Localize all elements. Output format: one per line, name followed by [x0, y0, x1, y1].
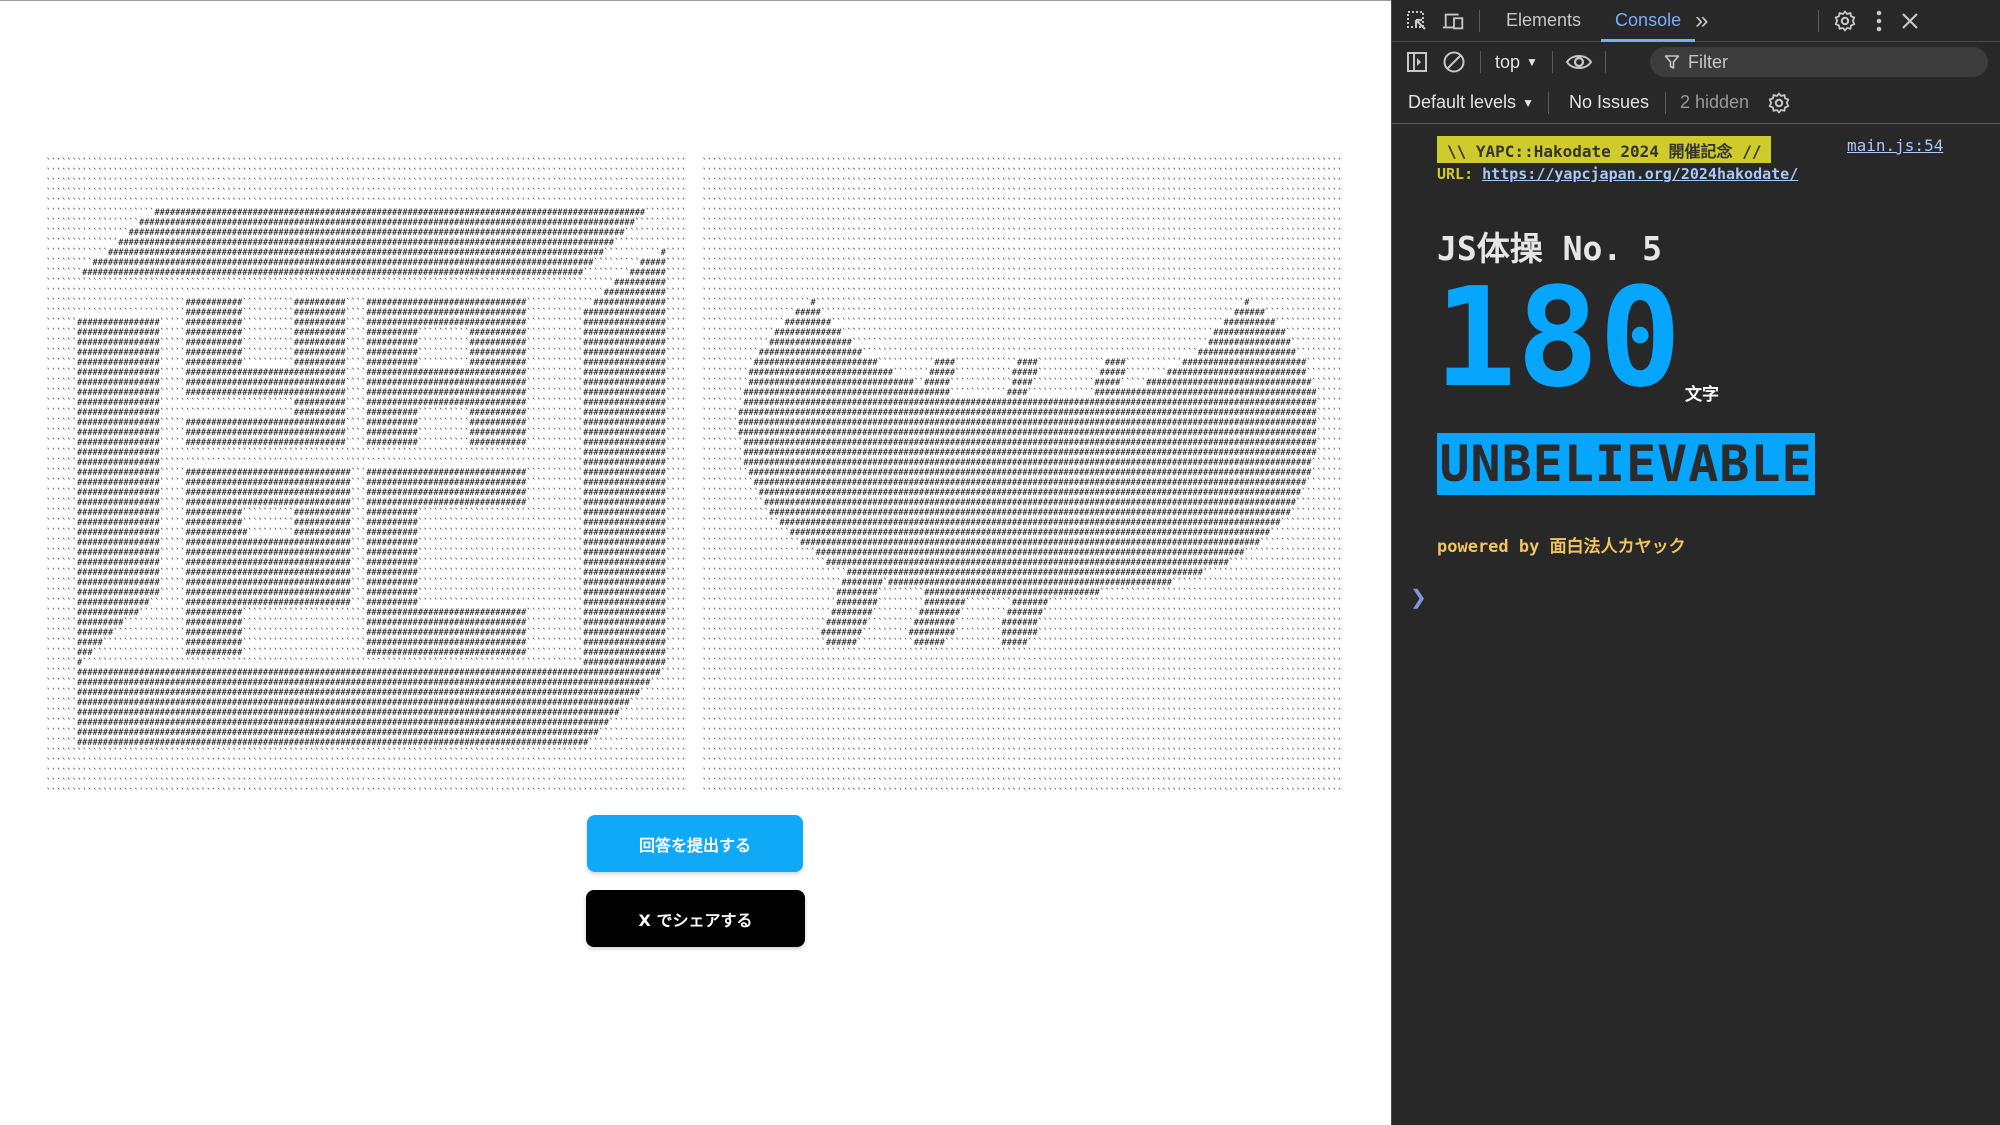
- event-banner: \\ YAPC::Hakodate 2024 開催記念 //: [1437, 136, 1772, 163]
- toolbar-separator: [1479, 9, 1480, 32]
- clear-console-icon[interactable]: [1442, 50, 1466, 74]
- filter-funnel-icon: [1664, 54, 1680, 70]
- inspect-element-icon[interactable]: [1406, 10, 1428, 32]
- toolbar-separator: [1551, 51, 1553, 73]
- show-sidebar-icon[interactable]: [1406, 51, 1428, 73]
- dropdown-arrow-icon: ▼: [1526, 55, 1538, 69]
- submit-answer-button[interactable]: 回答を提出する: [587, 815, 803, 872]
- issues-button[interactable]: No Issues: [1569, 92, 1649, 113]
- dropdown-arrow-icon: ▼: [1522, 95, 1534, 110]
- url-line: URL: https://yapcjapan.org/2024hakodate/: [1437, 165, 1798, 183]
- log-levels-value: Default levels: [1408, 92, 1517, 112]
- live-expression-eye-icon[interactable]: [1565, 52, 1593, 72]
- devtools-main-toolbar: Elements Console »: [1392, 0, 2000, 42]
- ascii-art-right: ````````````````````````````````````````…: [702, 158, 1343, 798]
- console-filter-input[interactable]: Filter: [1650, 47, 1988, 77]
- hidden-messages-count: 2 hidden: [1680, 92, 1750, 112]
- ascii-art-left: ````````````````````````````````````````…: [46, 158, 687, 798]
- character-count: 180: [1434, 259, 1682, 418]
- log-levels-dropdown[interactable]: Default levels ▼: [1408, 92, 1534, 113]
- rank-badge: UNBELIEVABLE: [1437, 433, 1815, 495]
- powered-by-credit: powered by 面白法人カヤック: [1437, 537, 1686, 557]
- tab-elements[interactable]: Elements: [1492, 0, 1595, 41]
- event-url-link[interactable]: https://yapcjapan.org/2024hakodate/: [1482, 165, 1798, 183]
- devtools-panel: Elements Console » top ▼ Filter Default …: [1391, 0, 2000, 1125]
- close-devtools-icon[interactable]: [1901, 12, 1919, 30]
- toolbar-separator: [1665, 91, 1666, 114]
- toolbar-separator: [1547, 91, 1549, 114]
- web-page: ````````````````````````````````````````…: [0, 1, 1391, 1125]
- context-selector-value: top: [1495, 51, 1521, 72]
- device-toolbar-icon[interactable]: [1442, 10, 1466, 32]
- toolbar-separator: [1604, 51, 1606, 73]
- more-tabs-icon[interactable]: »: [1695, 7, 1708, 35]
- character-count-unit: 文字: [1685, 385, 1719, 405]
- filter-placeholder: Filter: [1688, 51, 1728, 72]
- share-on-x-button[interactable]: X でシェアする: [586, 890, 805, 947]
- context-selector[interactable]: top ▼: [1495, 52, 1538, 73]
- settings-gear-icon[interactable]: [1833, 9, 1857, 33]
- source-link[interactable]: main.js:54: [1847, 136, 1943, 155]
- console-toolbar: top ▼ Filter: [1392, 42, 2000, 82]
- url-label: URL:: [1437, 165, 1483, 183]
- toolbar-separator: [1818, 9, 1820, 32]
- console-settings-bar: Default levels ▼ No Issues 2 hidden: [1392, 82, 2000, 124]
- more-options-icon[interactable]: [1871, 10, 1887, 32]
- toolbar-separator: [1480, 51, 1481, 73]
- console-prompt-icon[interactable]: ❯: [1410, 585, 1427, 610]
- console-settings-gear-icon[interactable]: [1767, 91, 1791, 115]
- tab-console[interactable]: Console: [1601, 0, 1696, 42]
